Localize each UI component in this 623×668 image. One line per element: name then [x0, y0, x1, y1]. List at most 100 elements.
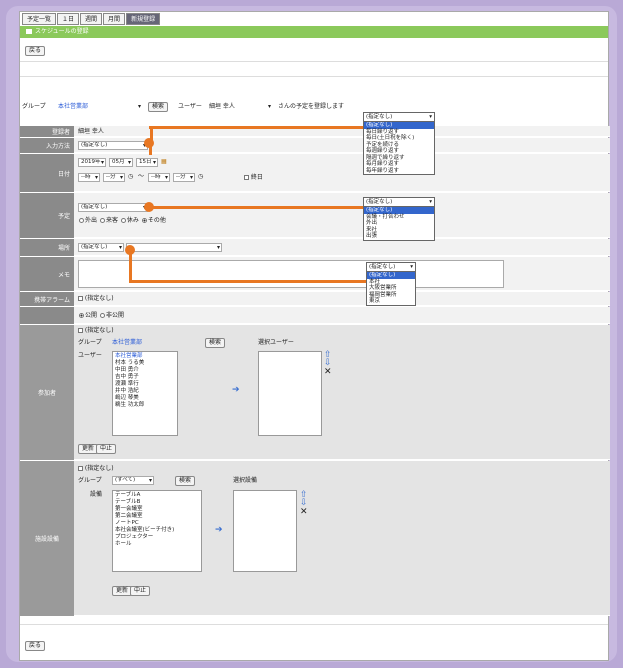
participants-label: 参加者 [20, 325, 74, 460]
month-select[interactable]: 05月 [109, 158, 133, 167]
schedule-radio-group[interactable]: 外出 来客 休み その他 [78, 217, 166, 225]
selected-facility-list[interactable] [233, 490, 297, 572]
place-select[interactable]: (指定なし) [78, 243, 124, 252]
list-item[interactable]: 鵜生 功太郎 [115, 402, 175, 409]
input-method-row [74, 138, 610, 153]
participants-group-select[interactable]: 本社営業部 [112, 339, 142, 347]
facility-label: 施設設備 [20, 461, 74, 616]
allday-checkbox[interactable]: 終日 [244, 174, 263, 182]
end-minute-select[interactable]: --分 [173, 173, 195, 182]
range-separator: 〜 [138, 173, 145, 180]
participants-none-text: (指定なし) [84, 327, 114, 334]
year-select[interactable]: 2019年 [78, 158, 106, 167]
list-item[interactable]: 本社会議室(ビーチ付き) [115, 527, 199, 534]
selected-facility-label: 選択設備 [233, 477, 258, 484]
callout-line [149, 126, 363, 129]
list-item[interactable]: 渡瀬 準行 [115, 381, 175, 388]
facility-equip-label: 設備 [90, 491, 103, 498]
start-hour-select[interactable]: --時 [78, 173, 100, 182]
place-input[interactable] [126, 243, 222, 252]
dropdown-head[interactable]: (指定なし) [364, 198, 434, 207]
tab-day[interactable]: １日 [57, 13, 80, 25]
participants-none[interactable]: (指定なし) [78, 327, 114, 335]
list-item[interactable]: 村本 うる美 [115, 360, 175, 367]
search-button[interactable]: 検索 [148, 102, 169, 112]
back-button-bottom[interactable]: 戻る [25, 641, 46, 651]
tab-week[interactable]: 週間 [80, 13, 103, 25]
list-item[interactable]: 本社営業部 [115, 353, 175, 360]
list-item[interactable]: 中田 勇介 [115, 367, 175, 374]
tab-schedule-list[interactable]: 予定一覧 [22, 13, 57, 25]
user-list[interactable]: 本社営業部 村本 うる美 中田 勇介 吉中 勇子 渡瀬 準行 井中 浩紀 嶋辺 … [112, 351, 178, 436]
start-minute-select[interactable]: --分 [103, 173, 125, 182]
calendar-icon [26, 29, 32, 34]
schedule-select[interactable]: (指定なし) [78, 203, 148, 212]
selected-users-label: 選択ユーザー [258, 339, 294, 346]
list-item[interactable]: ホール [115, 541, 199, 548]
back-button-top[interactable]: 戻る [25, 46, 46, 56]
radio-public[interactable] [79, 313, 84, 318]
registrant-value: 細垣 幸人 [78, 128, 104, 135]
add-arrow-icon[interactable]: ➔ [232, 386, 240, 395]
callout-dot [144, 202, 154, 212]
facility-group-label: グループ [78, 477, 102, 484]
mobile-alarm-value[interactable]: (指定なし) [78, 295, 114, 303]
list-item[interactable]: テーブルA [115, 492, 199, 499]
tab-month[interactable]: 月間 [103, 13, 126, 25]
list-item[interactable]: テーブルB [115, 499, 199, 506]
facility-update-button[interactable]: 更新 [112, 586, 133, 596]
list-item[interactable]: 第二会議室 [115, 513, 199, 520]
facility-search-button[interactable]: 検索 [175, 476, 196, 486]
public-label [20, 307, 74, 324]
group-select[interactable]: 本社営業部 [58, 103, 138, 111]
add-facility-arrow-icon[interactable]: ➔ [215, 526, 223, 535]
schedule-row [74, 193, 610, 238]
radio-other[interactable] [141, 218, 147, 223]
input-method-select[interactable]: (指定なし) [78, 141, 148, 150]
tab-bar: 予定一覧 １日 週間 月間 新規登録 [20, 12, 161, 26]
day-select[interactable]: 15日 [136, 158, 158, 167]
facility-list[interactable]: テーブルA テーブルB 第一会議室 第二会議室 ノートPC 本社会議室(ビーチ付… [112, 490, 202, 572]
remove-icon[interactable]: ✕ [324, 368, 332, 377]
participants-user-label: ユーザー [78, 352, 102, 359]
dropdown-head[interactable]: (指定なし) [367, 263, 415, 272]
tab-new[interactable]: 新規登録 [126, 13, 161, 25]
calendar-icon[interactable]: ▦ [161, 158, 167, 166]
end-hour-select[interactable]: --時 [148, 173, 170, 182]
radio-out[interactable] [79, 218, 84, 223]
radio-visitor[interactable] [99, 218, 105, 223]
user-select[interactable]: 細垣 幸人 [209, 103, 235, 111]
page-title: スケジュールの登録 [35, 28, 89, 35]
list-item[interactable]: 第一会議室 [115, 506, 199, 513]
clock-icon[interactable]: ◷ [198, 173, 203, 181]
clock-icon[interactable]: ◷ [128, 173, 133, 181]
list-item[interactable]: 吉中 勇子 [115, 374, 175, 381]
radio-private[interactable] [99, 313, 105, 318]
dropdown-option[interactable]: 東京 [367, 298, 415, 305]
participants-cancel-button[interactable]: 中止 [96, 444, 117, 454]
dropdown-head[interactable]: (指定なし) [364, 113, 434, 122]
public-radio-group[interactable]: 公開 非公開 [78, 312, 124, 320]
list-item[interactable]: プロジェクター [115, 534, 199, 541]
selected-user-list[interactable] [258, 351, 322, 436]
repeat-dropdown[interactable]: (指定なし) (指定なし) 毎日繰り返す 毎日(土日祝を除く) 予定を続ける 毎… [363, 112, 435, 175]
divider [20, 624, 608, 625]
list-item[interactable]: ノートPC [115, 520, 199, 527]
dropdown-option[interactable]: 出張 [364, 233, 434, 240]
facility-cancel-button[interactable]: 中止 [130, 586, 151, 596]
list-item[interactable]: 嶋辺 琴美 [115, 395, 175, 402]
dropdown-option[interactable]: 毎年繰り返す [364, 168, 434, 175]
memo-textarea[interactable] [78, 260, 504, 288]
radio-off[interactable] [120, 218, 126, 223]
list-item[interactable]: 井中 浩紀 [115, 388, 175, 395]
schedule-dropdown[interactable]: (指定なし) (指定なし) 会議・打合わせ 外出 来社 出張 [363, 197, 435, 241]
facility-group-select[interactable]: (すべて) [112, 476, 154, 485]
place-dropdown[interactable]: (指定なし) (指定なし) 本社 大阪営業所 福岡営業所 東京 [366, 262, 416, 306]
chevron-down-icon: ▾ [138, 103, 142, 110]
facility-none[interactable]: (指定なし) [78, 465, 114, 473]
participants-update-button[interactable]: 更新 [78, 444, 99, 454]
remove-icon[interactable]: ✕ [300, 508, 308, 517]
participants-search-button[interactable]: 検索 [205, 338, 226, 348]
radio-label: その他 [147, 217, 166, 224]
callout-line [129, 280, 367, 283]
